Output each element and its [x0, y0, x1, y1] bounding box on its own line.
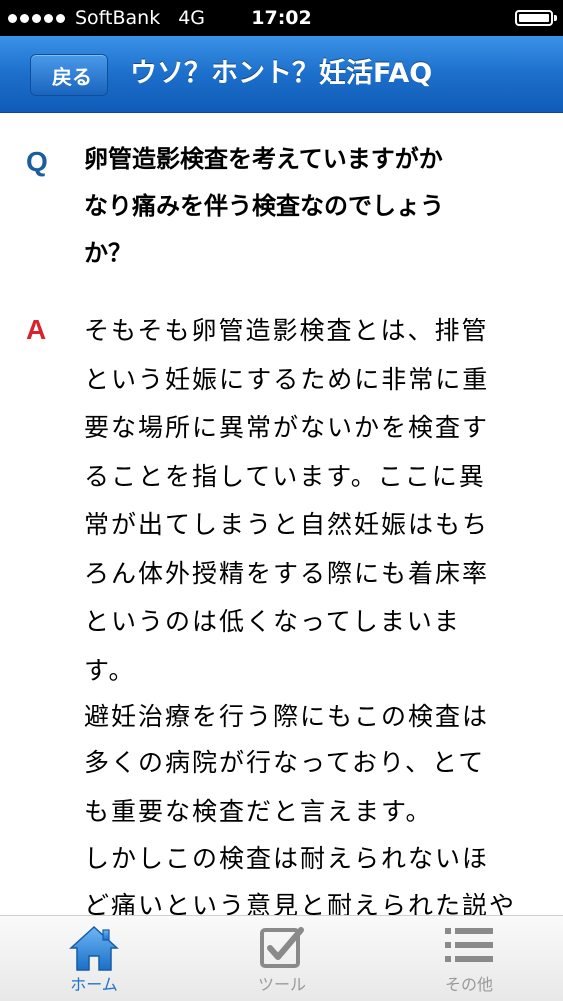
tab-bar: ホーム ツール その他 [0, 915, 563, 1001]
question-mark-label: Q [26, 146, 48, 177]
answer-line: しかしこの検査は耐えられないほ [84, 844, 490, 873]
answer-line: も重要な検査だと言えます。 [84, 796, 433, 826]
page-title: ウソ？ホント？妊活FAQ [130, 58, 433, 89]
battery-icon [515, 10, 557, 26]
back-button[interactable]: 戻る [30, 54, 108, 96]
answer-line: ど痛いという意見と耐えられた説や [84, 891, 517, 915]
checkbox-icon [260, 927, 304, 968]
tab-other-label: その他 [444, 975, 493, 994]
answer-line: 避妊治療を行う際にもこの検査は [84, 702, 490, 731]
answer-line: 多くの病院が行なっており、とて [84, 748, 486, 777]
answer-line: ることを指しています。ここに異 [84, 461, 486, 491]
answer-line: という妊娠にするために非常に重 [84, 364, 490, 394]
tab-tools-label: ツール [257, 975, 306, 994]
tab-tools[interactable]: ツール [188, 916, 376, 1001]
answer-mark-label: A [26, 314, 47, 345]
back-button-label: 戻る [52, 64, 92, 89]
answer-line: 常が出てしまうと自然妊娠はもち [84, 510, 490, 539]
answer-line: 要な場所に異常がないかを検査す [84, 413, 490, 442]
tab-home[interactable]: ホーム [0, 916, 188, 1001]
question-line: 卵管造影検査を考えていますがか [84, 145, 443, 173]
answer-line: す。 [84, 655, 136, 685]
house-icon [69, 925, 119, 971]
status-bar: SoftBank 4G 17:02 [0, 0, 563, 36]
question-line: なり痛みを伴う検査なのでしょう [84, 192, 444, 220]
status-time: 17:02 [251, 7, 312, 29]
answer-text: そもそも卵管造影検査とは、排管 という妊娠にするために非常に重 要な場所に異常が… [84, 307, 534, 915]
faq-content[interactable]: Q 卵管造影検査を考えていますがか なり痛みを伴う検査なのでしょう か？ A そ… [0, 113, 563, 915]
question-text: 卵管造影検査を考えていますがか なり痛みを伴う検査なのでしょう か？ [84, 136, 524, 277]
answer-line: そもそも卵管造影検査とは、排管 [84, 316, 489, 345]
tab-home-label: ホーム [70, 975, 118, 994]
list-icon [445, 928, 493, 962]
tab-other[interactable]: その他 [375, 916, 563, 1001]
navigation-bar: 戻る ウソ？ホント？妊活FAQ [0, 36, 563, 113]
answer-line: ろん体外授精をする際にも着床率 [84, 558, 490, 588]
answer-line: というのは低くなってしまいま [84, 607, 461, 636]
question-line: か？ [84, 239, 132, 267]
